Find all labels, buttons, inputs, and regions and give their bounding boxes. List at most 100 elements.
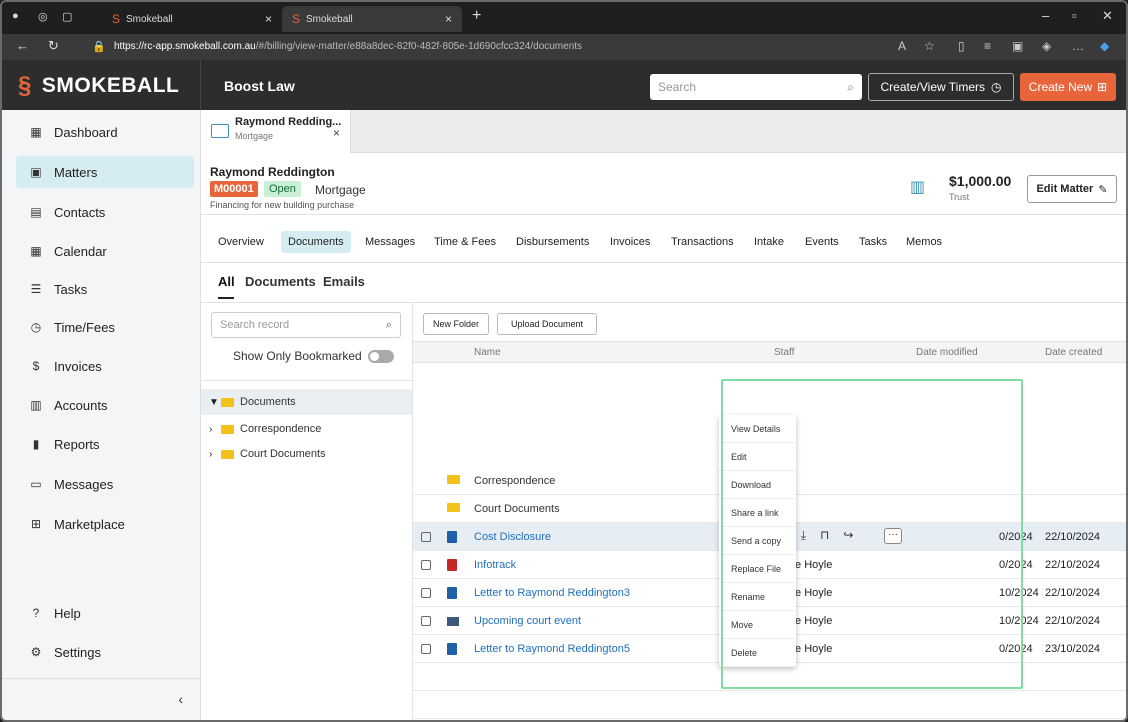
row-name[interactable]: Letter to Raymond Reddington5 <box>474 643 630 655</box>
row-checkbox[interactable] <box>421 616 431 626</box>
doc-tab-documents[interactable]: Documents <box>245 274 316 289</box>
row-checkbox[interactable] <box>421 532 431 542</box>
favorite-icon[interactable]: ☆ <box>924 39 935 53</box>
row-name[interactable]: Infotrack <box>474 559 516 571</box>
column-name[interactable]: Name <box>474 347 501 358</box>
more-actions-button[interactable]: ··· <box>884 528 902 544</box>
menu-item-share-link[interactable]: Share a link <box>719 499 796 527</box>
tab-overview[interactable]: Overview <box>211 231 271 253</box>
global-search-input[interactable]: Search ⌕ <box>650 74 862 100</box>
refresh-icon[interactable]: ↻ <box>48 38 59 54</box>
chevron-down-icon[interactable]: ▼ <box>209 397 221 408</box>
bookmark-toggle[interactable] <box>367 349 394 363</box>
tab-messages[interactable]: Messages <box>358 231 422 253</box>
sidebar-item-settings[interactable]: ⚙ Settings <box>16 636 194 668</box>
new-folder-button[interactable]: New Folder <box>423 313 489 335</box>
browser-tab-active[interactable]: S Smokeball × <box>282 6 462 32</box>
row-name[interactable]: Letter to Raymond Reddington3 <box>474 587 630 599</box>
download-icon[interactable]: ⤓ <box>801 528 806 543</box>
menu-item-replace-file[interactable]: Replace File <box>719 555 796 583</box>
collections-icon[interactable]: ▣ <box>1012 39 1023 53</box>
minimize-icon[interactable]: – <box>1042 8 1049 23</box>
profile-icon[interactable]: ● <box>12 10 19 22</box>
row-checkbox[interactable] <box>421 560 431 570</box>
sidebar-item-calendar[interactable]: ▦ Calendar <box>16 235 194 267</box>
read-aloud-icon[interactable]: A <box>898 39 906 53</box>
split-screen-icon[interactable]: ▯ <box>958 39 965 53</box>
tab-tasks[interactable]: Tasks <box>852 231 894 253</box>
sidebar-item-help[interactable]: ? Help <box>16 597 194 629</box>
doc-tab-all[interactable]: All <box>218 274 235 289</box>
bookmark-icon[interactable]: ⊓ <box>820 528 829 543</box>
new-tab-icon[interactable]: + <box>472 7 481 25</box>
empty-row <box>413 691 1126 719</box>
tab-time-fees[interactable]: Time & Fees <box>427 231 503 253</box>
copilot-icon[interactable]: ◆ <box>1100 39 1109 53</box>
menu-item-view-details[interactable]: View Details <box>719 415 796 443</box>
menu-item-rename[interactable]: Rename <box>719 583 796 611</box>
menu-item-send-copy[interactable]: Send a copy <box>719 527 796 555</box>
tree-item-correspondence[interactable]: › Correspondence <box>201 416 412 442</box>
sidebar-item-contacts[interactable]: ▤ Contacts <box>16 196 194 228</box>
tab-intake[interactable]: Intake <box>747 231 791 253</box>
tab-events[interactable]: Events <box>798 231 846 253</box>
tab-actions-icon[interactable]: ▢ <box>62 10 72 23</box>
tab-documents[interactable]: Documents <box>281 231 351 253</box>
sidebar-item-tasks[interactable]: ☰ Tasks <box>16 273 194 305</box>
sidebar-item-dashboard[interactable]: ▦ Dashboard <box>16 116 194 148</box>
menu-item-edit[interactable]: Edit <box>719 443 796 471</box>
menu-item-delete[interactable]: Delete <box>719 639 796 667</box>
sidebar-item-time-fees[interactable]: ◷ Time/Fees <box>16 311 194 343</box>
trust-amount[interactable]: $1,000.00 <box>949 173 1011 189</box>
tab-matter[interactable]: Raymond Redding... Mortgage × <box>201 110 351 153</box>
brand-logo[interactable]: § SMOKEBALL <box>18 72 179 100</box>
create-view-timers-button[interactable]: Create/View Timers ◷ <box>868 73 1014 101</box>
sidebar-item-marketplace[interactable]: ⊞ Marketplace <box>16 508 194 540</box>
row-checkbox[interactable] <box>421 588 431 598</box>
extensions-icon[interactable]: ◈ <box>1042 39 1051 53</box>
close-window-icon[interactable]: ✕ <box>1102 8 1113 24</box>
timer-icon: ◷ <box>991 80 1002 94</box>
close-tab-icon[interactable]: × <box>445 12 452 26</box>
browser-tab[interactable]: S Smokeball × <box>102 6 282 32</box>
chevron-left-icon[interactable]: ‹ <box>178 691 183 707</box>
sidebar-item-invoices[interactable]: $ Invoices <box>16 350 194 382</box>
tab-memos[interactable]: Memos <box>899 231 949 253</box>
tab-disbursements[interactable]: Disbursements <box>509 231 596 253</box>
close-tab-icon[interactable]: × <box>265 12 272 26</box>
back-icon[interactable]: ← <box>16 38 29 53</box>
upload-document-button[interactable]: Upload Document <box>497 313 597 335</box>
url-field[interactable]: https://rc-app.smokeball.com.au/#/billin… <box>114 41 582 52</box>
row-name[interactable]: Upcoming court event <box>474 615 581 627</box>
menu-item-move[interactable]: Move <box>719 611 796 639</box>
tree-item-court-documents[interactable]: › Court Documents <box>201 441 412 467</box>
favorites-bar-icon[interactable]: ≡ <box>984 39 991 53</box>
share-icon[interactable]: ↪ <box>843 528 853 543</box>
edit-matter-button[interactable]: Edit Matter ✎ <box>1027 175 1117 203</box>
close-icon[interactable]: × <box>333 126 340 140</box>
column-date-created[interactable]: Date created <box>1045 347 1102 358</box>
sidebar-item-reports[interactable]: ▮ Reports <box>16 428 194 460</box>
column-date-modified[interactable]: Date modified <box>916 347 978 358</box>
more-icon[interactable]: … <box>1072 39 1084 53</box>
column-staff[interactable]: Staff <box>774 347 794 358</box>
create-new-button[interactable]: Create New ⊞ <box>1020 73 1116 101</box>
row-checkbox[interactable] <box>421 644 431 654</box>
menu-item-download[interactable]: Download <box>719 471 796 499</box>
sidebar-item-accounts[interactable]: ▥ Accounts <box>16 389 194 421</box>
workspaces-icon[interactable]: ◎ <box>38 10 48 23</box>
calendar-icon: ▦ <box>30 244 42 258</box>
tab-transactions[interactable]: Transactions <box>664 231 741 253</box>
tab-invoices[interactable]: Invoices <box>603 231 657 253</box>
restore-icon[interactable]: ▫ <box>1072 8 1077 23</box>
row-name[interactable]: Cost Disclosure <box>474 531 551 543</box>
chevron-right-icon[interactable]: › <box>209 449 221 460</box>
search-record-input[interactable]: Search record ⌕ <box>211 312 401 338</box>
sidebar-item-matters[interactable]: ▣ Matters <box>16 156 194 188</box>
doc-tab-emails[interactable]: Emails <box>323 274 365 289</box>
sidebar-item-messages[interactable]: ▭ Messages <box>16 468 194 500</box>
tree-item-documents[interactable]: ▼ Documents <box>201 389 412 415</box>
chevron-right-icon[interactable]: › <box>209 424 221 435</box>
tab-matter-subtitle: Mortgage <box>235 131 274 141</box>
date-created: 22/10/2024 <box>1045 615 1101 627</box>
